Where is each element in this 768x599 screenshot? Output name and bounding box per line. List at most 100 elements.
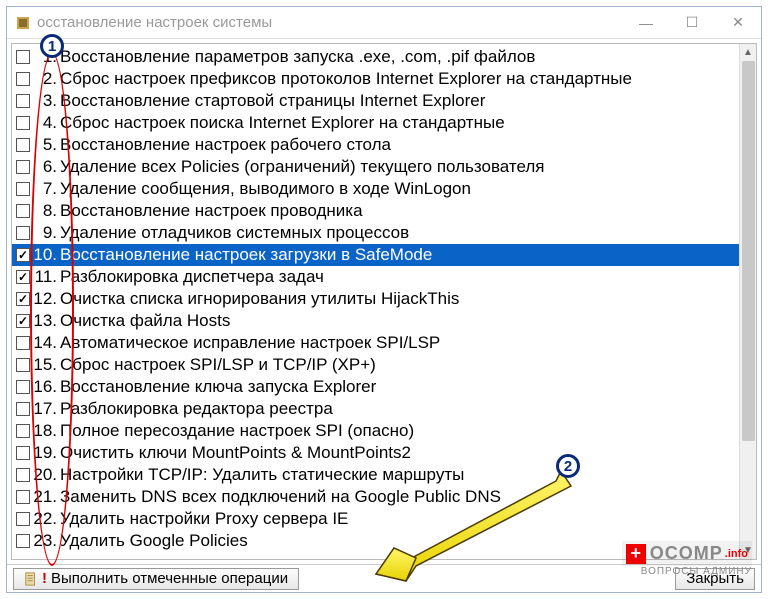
item-number: 17. bbox=[32, 398, 60, 420]
checkbox[interactable] bbox=[16, 380, 30, 394]
item-label: Удалить настройки Proxy сервера IE bbox=[60, 508, 348, 530]
content-area: 1.Восстановление параметров запуска .exe… bbox=[11, 43, 757, 560]
list-item[interactable]: 17.Разблокировка редактора реестра bbox=[12, 398, 739, 420]
list-item[interactable]: 3.Восстановление стартовой страницы Inte… bbox=[12, 90, 739, 112]
checkbox[interactable] bbox=[16, 72, 30, 86]
list-item[interactable]: 14.Автоматическое исправление настроек S… bbox=[12, 332, 739, 354]
item-number: 15. bbox=[32, 354, 60, 376]
checkbox[interactable] bbox=[16, 292, 30, 306]
list-item[interactable]: 16.Восстановление ключа запуска Explorer bbox=[12, 376, 739, 398]
checkbox[interactable] bbox=[16, 402, 30, 416]
item-number: 5. bbox=[32, 134, 60, 156]
checkbox[interactable] bbox=[16, 226, 30, 240]
list-item[interactable]: 13.Очистка файла Hosts bbox=[12, 310, 739, 332]
title-bar: осстановление настроек системы — ☐ ✕ bbox=[7, 7, 761, 39]
maximize-button[interactable]: ☐ bbox=[669, 8, 715, 38]
item-label: Восстановление настроек проводника bbox=[60, 200, 363, 222]
item-label: Сброс настроек префиксов протоколов Inte… bbox=[60, 68, 632, 90]
list-item[interactable]: 4.Сброс настроек поиска Internet Explore… bbox=[12, 112, 739, 134]
annotation-badge-2: 2 bbox=[556, 454, 580, 478]
item-label: Очистка файла Hosts bbox=[60, 310, 230, 332]
item-label: Разблокировка редактора реестра bbox=[60, 398, 333, 420]
item-number: 10. bbox=[32, 244, 60, 266]
list-item[interactable]: 2.Сброс настроек префиксов протоколов In… bbox=[12, 68, 739, 90]
list-item[interactable]: 12.Очистка списка игнорирования утилиты … bbox=[12, 288, 739, 310]
checkbox[interactable] bbox=[16, 336, 30, 350]
item-label: Восстановление параметров запуска .exe, … bbox=[60, 46, 535, 68]
scrollbar[interactable]: ▲ ▼ bbox=[739, 44, 756, 559]
list-item[interactable]: 5.Восстановление настроек рабочего стола bbox=[12, 134, 739, 156]
item-number: 19. bbox=[32, 442, 60, 464]
checkbox[interactable] bbox=[16, 50, 30, 64]
checkbox[interactable] bbox=[16, 160, 30, 174]
script-icon bbox=[24, 572, 38, 586]
item-label: Разблокировка диспетчера задач bbox=[60, 266, 324, 288]
checkbox[interactable] bbox=[16, 468, 30, 482]
list-item[interactable]: 22.Удалить настройки Proxy сервера IE bbox=[12, 508, 739, 530]
item-number: 13. bbox=[32, 310, 60, 332]
checkbox[interactable] bbox=[16, 138, 30, 152]
watermark-brand: OCOMP bbox=[650, 543, 723, 564]
item-number: 12. bbox=[32, 288, 60, 310]
minimize-button[interactable]: — bbox=[623, 8, 669, 38]
execute-button[interactable]: ! Выполнить отмеченные операции bbox=[13, 568, 299, 590]
checkbox[interactable] bbox=[16, 358, 30, 372]
watermark-plus-icon: + bbox=[626, 544, 646, 564]
close-window-button[interactable]: ✕ bbox=[715, 8, 761, 38]
item-label: Восстановление настроек рабочего стола bbox=[60, 134, 391, 156]
item-label: Удаление всех Policies (ограничений) тек… bbox=[60, 156, 545, 178]
checkbox[interactable] bbox=[16, 248, 30, 262]
checkbox[interactable] bbox=[16, 182, 30, 196]
list-item[interactable]: 18.Полное пересоздание настроек SPI (опа… bbox=[12, 420, 739, 442]
item-label: Удалить Google Policies bbox=[60, 530, 248, 552]
window-buttons: — ☐ ✕ bbox=[623, 8, 761, 38]
item-label: Восстановление стартовой страницы Intern… bbox=[60, 90, 485, 112]
list-item[interactable]: 15.Сброс настроек SPI/LSP и TCP/IP (XP+) bbox=[12, 354, 739, 376]
checkbox[interactable] bbox=[16, 116, 30, 130]
item-number: 18. bbox=[32, 420, 60, 442]
item-number: 3. bbox=[32, 90, 60, 112]
item-number: 16. bbox=[32, 376, 60, 398]
item-number: 14. bbox=[32, 332, 60, 354]
item-label: Заменить DNS всех подключений на Google … bbox=[60, 486, 501, 508]
list-item[interactable]: 8.Восстановление настроек проводника bbox=[12, 200, 739, 222]
item-number: 11. bbox=[32, 266, 60, 288]
window-title: осстановление настроек системы bbox=[37, 14, 623, 31]
list-item[interactable]: 9.Удаление отладчиков системных процессо… bbox=[12, 222, 739, 244]
item-label: Очистка списка игнорирования утилиты Hij… bbox=[60, 288, 459, 310]
item-label: Автоматическое исправление настроек SPI/… bbox=[60, 332, 440, 354]
scroll-thumb[interactable] bbox=[742, 61, 755, 441]
checkbox[interactable] bbox=[16, 490, 30, 504]
list-item[interactable]: 19.Очистить ключи MountPoints & MountPoi… bbox=[12, 442, 739, 464]
item-number: 21. bbox=[32, 486, 60, 508]
list-item[interactable]: 6.Удаление всех Policies (ограничений) т… bbox=[12, 156, 739, 178]
app-icon bbox=[15, 15, 31, 31]
item-number: 20. bbox=[32, 464, 60, 486]
checkbox[interactable] bbox=[16, 314, 30, 328]
checkbox[interactable] bbox=[16, 270, 30, 284]
watermark: + OCOMP .info ВОПРОСЫ АДМИНУ bbox=[622, 541, 752, 577]
scroll-up-arrow[interactable]: ▲ bbox=[740, 44, 756, 61]
checkbox[interactable] bbox=[16, 204, 30, 218]
watermark-sub: ВОПРОСЫ АДМИНУ bbox=[641, 566, 752, 577]
execute-button-label: Выполнить отмеченные операции bbox=[51, 570, 288, 587]
item-label: Сброс настроек поиска Internet Explorer … bbox=[60, 112, 505, 134]
list-item[interactable]: 1.Восстановление параметров запуска .exe… bbox=[12, 46, 739, 68]
list-item[interactable]: 20.Настройки TCP/IP: Удалить статические… bbox=[12, 464, 739, 486]
item-number: 2. bbox=[32, 68, 60, 90]
checkbox[interactable] bbox=[16, 512, 30, 526]
watermark-tld: .info bbox=[725, 548, 748, 560]
item-label: Удаление сообщения, выводимого в ходе Wi… bbox=[60, 178, 471, 200]
item-label: Восстановление настроек загрузки в SafeM… bbox=[60, 244, 432, 266]
list-item[interactable]: 11.Разблокировка диспетчера задач bbox=[12, 266, 739, 288]
settings-list[interactable]: 1.Восстановление параметров запуска .exe… bbox=[12, 44, 739, 559]
checkbox[interactable] bbox=[16, 534, 30, 548]
list-item[interactable]: 7.Удаление сообщения, выводимого в ходе … bbox=[12, 178, 739, 200]
checkbox[interactable] bbox=[16, 424, 30, 438]
list-item[interactable]: 10.Восстановление настроек загрузки в Sa… bbox=[12, 244, 739, 266]
checkbox[interactable] bbox=[16, 94, 30, 108]
item-label: Очистить ключи MountPoints & MountPoints… bbox=[60, 442, 411, 464]
checkbox[interactable] bbox=[16, 446, 30, 460]
annotation-badge-1: 1 bbox=[40, 34, 64, 58]
list-item[interactable]: 21.Заменить DNS всех подключений на Goog… bbox=[12, 486, 739, 508]
